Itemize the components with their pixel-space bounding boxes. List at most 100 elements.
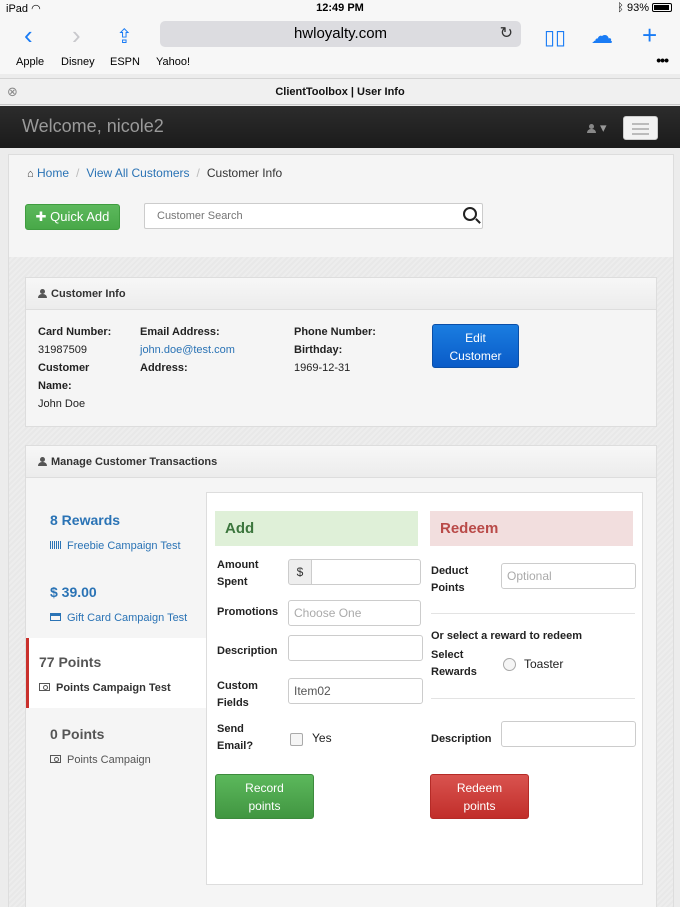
transactions-panel: Manage Customer Transactions 8 Rewards F… [25, 445, 657, 907]
bookmark-disney[interactable]: Disney [61, 56, 95, 68]
customer-name-label-2: Name: [38, 380, 72, 392]
plus-icon: ✚ [35, 209, 47, 224]
campaign-name: Gift Card Campaign Test [50, 612, 187, 624]
reward-radio[interactable] [503, 658, 516, 671]
new-tab-icon[interactable]: + [642, 20, 657, 50]
search-input[interactable] [145, 204, 445, 228]
divider [431, 698, 635, 699]
tab-title: ClientToolbox | User Info [275, 86, 405, 98]
deduct-points-label: Deduct Points [431, 565, 469, 594]
user-menu-icon[interactable]: ▾ [587, 120, 607, 136]
battery-status: ᛒ 93% [617, 2, 672, 14]
card-number-label: Card Number: [38, 326, 112, 338]
campaign-value: 0 Points [50, 726, 105, 742]
welcome-text: Welcome, nicole2 [22, 116, 164, 136]
status-bar: iPad ◠ 12:49 PM ᛒ 93% [0, 0, 680, 18]
custom-fields-label: Custom Fields [217, 680, 258, 709]
menu-toggle-button[interactable] [623, 116, 658, 140]
app-navbar: Welcome, nicole2 ▾ [0, 106, 680, 148]
customer-search[interactable] [144, 203, 483, 229]
transactions-header: Manage Customer Transactions [26, 446, 656, 478]
promotions-select[interactable]: Choose One [288, 600, 421, 626]
bookmarks-bar: Apple Disney ESPN Yahoo! ••• [0, 52, 680, 74]
user-icon [38, 457, 47, 466]
user-icon [38, 289, 47, 298]
customer-name-label: Customer [38, 362, 90, 374]
redeem-description-input[interactable] [501, 721, 636, 747]
redeem-description-label: Description [431, 733, 492, 745]
birthday-label: Birthday: [294, 344, 343, 356]
redeem-points-button[interactable]: Redeem points [430, 774, 529, 819]
send-email-option: Yes [312, 731, 332, 745]
campaign-freebie[interactable]: 8 Rewards Freebie Campaign Test [26, 496, 206, 566]
transaction-form: Add Amount Spent $ Promotions Choose One … [206, 492, 643, 885]
email-link[interactable]: john.doe@test.com [140, 344, 235, 356]
reward-option-label: Toaster [524, 657, 564, 671]
address-label: Address: [140, 362, 188, 374]
share-icon[interactable]: ⇪ [116, 22, 133, 52]
close-tab-icon[interactable]: ⊗ [7, 79, 18, 105]
campaign-value: $ 39.00 [50, 584, 97, 600]
or-select-reward-text: Or select a reward to redeem [431, 630, 583, 642]
campaign-name: Freebie Campaign Test [50, 540, 181, 552]
birthday-value: 1969-12-31 [294, 362, 351, 374]
customer-info-header: Customer Info [26, 278, 656, 310]
icloud-tabs-icon[interactable]: ☁ [591, 21, 613, 51]
campaign-gift-card[interactable]: $ 39.00 Gift Card Campaign Test [26, 568, 206, 638]
amount-spent-input[interactable] [311, 559, 421, 585]
forward-icon[interactable]: › [72, 20, 81, 50]
bookmark-yahoo[interactable]: Yahoo! [156, 56, 190, 68]
divider [431, 613, 635, 614]
amount-spent-label: Amount Spent [217, 559, 259, 588]
bluetooth-icon: ᛒ [617, 2, 624, 14]
currency-addon: $ [288, 559, 312, 585]
campaign-name: Points Campaign [50, 754, 151, 766]
content-background: Customer Info Card Number: 31987509 Cust… [9, 257, 673, 907]
email-label: Email Address: [140, 326, 220, 338]
promotions-label: Promotions [217, 606, 279, 618]
campaign-name: Points Campaign Test [39, 682, 171, 694]
redeem-heading: Redeem [430, 511, 633, 546]
home-icon: ⌂ [27, 168, 34, 180]
phone-label: Phone Number: [294, 326, 376, 338]
credit-card-icon [50, 613, 61, 621]
deduct-points-input[interactable]: Optional [501, 563, 636, 589]
add-heading: Add [215, 511, 418, 546]
bookmark-apple[interactable]: Apple [16, 56, 44, 68]
edit-customer-button[interactable]: Edit Customer [432, 324, 519, 368]
campaign-value: 8 Rewards [50, 512, 121, 528]
bookmarks-book-icon[interactable]: ▯▯ [544, 23, 566, 53]
quick-add-button[interactable]: ✚ Quick Add [25, 204, 120, 230]
reload-icon[interactable]: ↻ [500, 21, 513, 47]
back-icon[interactable]: ‹ [24, 20, 33, 50]
card-number-value: 31987509 [38, 344, 87, 356]
breadcrumb-home[interactable]: Home [37, 166, 69, 180]
description-label: Description [217, 645, 278, 657]
browser-toolbar: ‹ › ⇪ hwloyalty.com ↻ ▯▯ ☁ + [0, 18, 680, 52]
customer-info-panel: Customer Info Card Number: 31987509 Cust… [25, 277, 657, 427]
search-icon[interactable] [463, 207, 477, 221]
add-description-input[interactable] [288, 635, 423, 661]
address-bar[interactable]: hwloyalty.com ↻ [160, 21, 521, 47]
breadcrumb-current: Customer Info [206, 166, 283, 180]
money-icon [39, 683, 50, 691]
browser-tab[interactable]: ⊗ ClientToolbox | User Info [0, 78, 680, 105]
customer-name-value: John Doe [38, 398, 86, 410]
send-email-label: Send Email? [217, 723, 254, 752]
more-bookmarks-icon[interactable]: ••• [656, 52, 669, 68]
record-points-button[interactable]: Record points [215, 774, 314, 819]
bookmark-espn[interactable]: ESPN [110, 56, 140, 68]
status-time: 12:49 PM [316, 2, 364, 14]
url-text: hwloyalty.com [293, 25, 388, 42]
campaign-points[interactable]: 0 Points Points Campaign [26, 710, 206, 780]
campaign-value: 77 Points [39, 654, 102, 670]
select-rewards-label: Select Rewards [431, 649, 477, 678]
main-container: ⌂ Home / View All Customers / Customer Info … [8, 154, 674, 907]
breadcrumb-customers[interactable]: View All Customers [86, 166, 189, 180]
custom-fields-input[interactable]: Item02 [288, 678, 423, 704]
send-email-checkbox[interactable] [290, 733, 303, 746]
money-icon [50, 755, 61, 763]
battery-icon [652, 3, 672, 12]
campaign-points-test[interactable]: 77 Points Points Campaign Test [26, 638, 206, 708]
barcode-icon [50, 541, 61, 549]
